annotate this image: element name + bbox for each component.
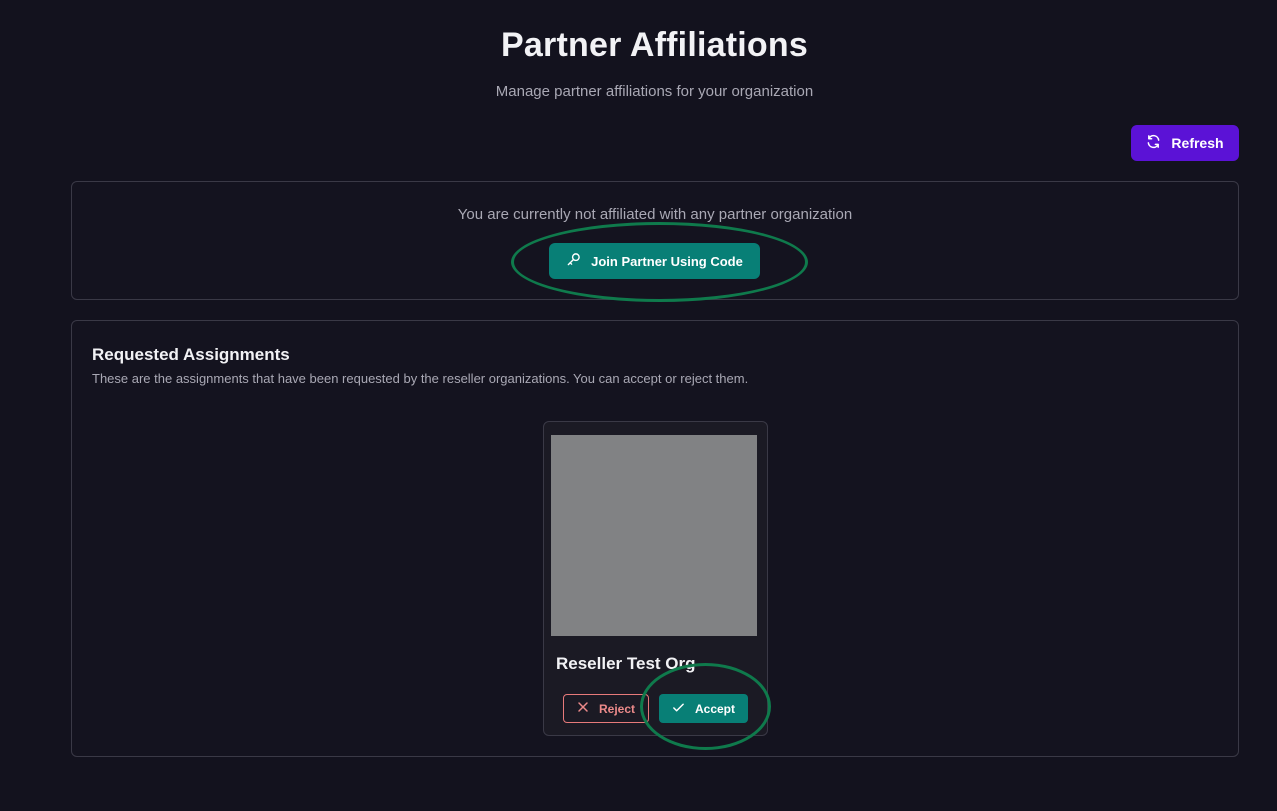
requested-assignments-card: Requested Assignments These are the assi…: [71, 320, 1239, 757]
partner-affiliations-page: Partner Affiliations Manage partner affi…: [0, 0, 1277, 811]
page-subtitle: Manage partner affiliations for your org…: [495, 83, 814, 100]
key-icon: [566, 252, 581, 270]
org-image-placeholder: [551, 435, 757, 636]
close-icon: [577, 701, 589, 716]
affiliation-status-card: You are currently not affiliated with an…: [71, 181, 1239, 302]
accept-button[interactable]: Accept: [659, 694, 748, 723]
affiliation-status-text: You are currently not affiliated with an…: [457, 206, 853, 223]
join-partner-button[interactable]: Join Partner Using Code: [549, 243, 760, 279]
refresh-button-label: Refresh: [1171, 135, 1224, 151]
requests-title: Requested Assignments: [92, 345, 290, 364]
org-name: Reseller Test Org: [556, 654, 696, 673]
requests-description: These are the assignments that have been…: [92, 371, 749, 386]
assignment-request-card: Reseller Test Org Reject Accept: [543, 421, 768, 736]
check-icon: [672, 701, 685, 717]
join-partner-button-label: Join Partner Using Code: [591, 253, 743, 269]
refresh-button[interactable]: Refresh: [1131, 125, 1239, 161]
reject-button-label: Reject: [598, 701, 636, 716]
accept-button-label: Accept: [694, 701, 735, 716]
page-title: Partner Affiliations: [501, 26, 808, 64]
reject-button[interactable]: Reject: [563, 694, 649, 723]
refresh-icon: [1146, 134, 1161, 152]
